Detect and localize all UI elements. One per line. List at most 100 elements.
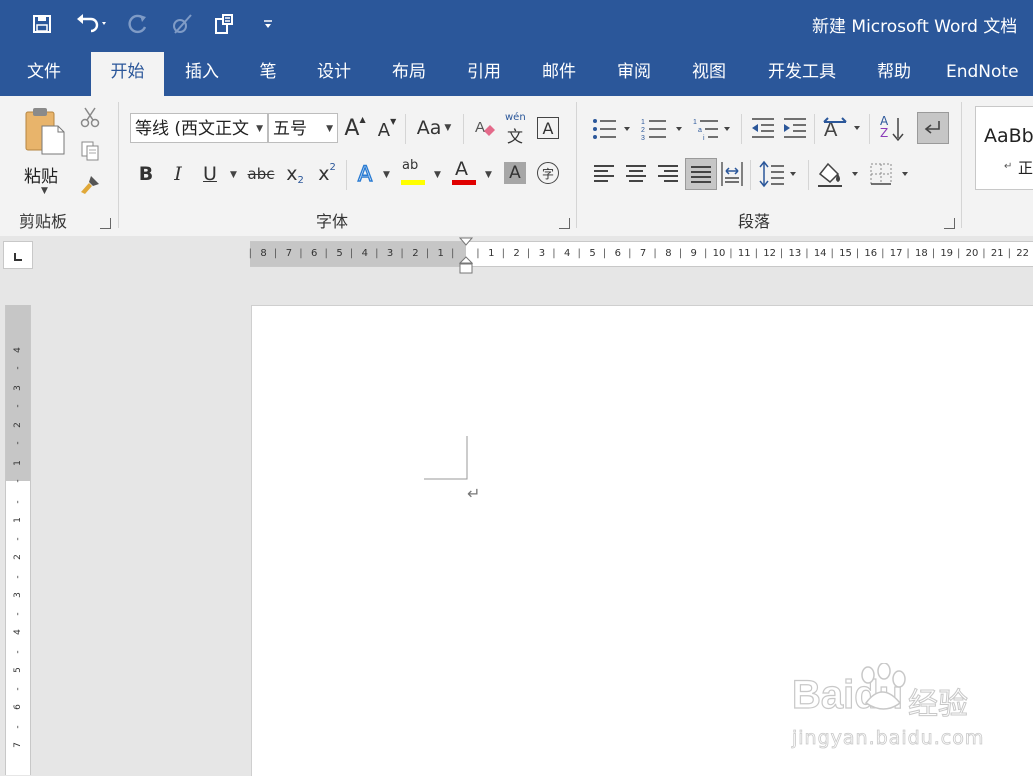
enclose-characters-button[interactable]: 字 xyxy=(536,160,560,186)
copy-button[interactable] xyxy=(78,138,102,164)
ruler-tick: | xyxy=(451,248,455,259)
ruler-tick: | xyxy=(779,248,784,259)
subscript-button[interactable]: x2 xyxy=(282,160,308,188)
tab-developer[interactable]: 开发工具 xyxy=(760,48,844,96)
chevron-down-icon[interactable]: ▼ xyxy=(434,170,441,180)
justify-button[interactable] xyxy=(685,158,717,190)
ruler-number: 7 xyxy=(285,248,293,259)
align-center-button[interactable] xyxy=(626,162,646,184)
tab-endnote[interactable]: EndNote xyxy=(946,48,1033,96)
multilevel-list-button[interactable]: 1ai xyxy=(692,116,736,142)
increase-indent-icon xyxy=(784,118,806,138)
italic-button[interactable]: I xyxy=(166,160,190,188)
clipboard-qat-button[interactable] xyxy=(210,10,238,38)
highlight-button[interactable]: ab xyxy=(399,158,427,188)
bullets-button[interactable] xyxy=(590,116,634,142)
cut-button[interactable] xyxy=(78,104,102,130)
style-name: 正 xyxy=(1018,159,1033,177)
line-spacing-button[interactable] xyxy=(758,160,802,188)
style-mark-icon: ↵ xyxy=(1004,161,1013,172)
numbering-button[interactable]: 123 xyxy=(640,116,686,142)
shrink-font-button[interactable]: A ▼ xyxy=(374,116,400,144)
tab-help[interactable]: 帮助 xyxy=(866,48,922,96)
ruler-number: 16 xyxy=(864,248,878,259)
tab-references[interactable]: 引用 xyxy=(454,48,514,96)
paste-dropdown-icon: ▼ xyxy=(41,186,48,196)
align-left-button[interactable] xyxy=(594,162,614,184)
sort-button[interactable]: A Z xyxy=(878,114,908,144)
phonetic-top: wén xyxy=(505,112,526,123)
chevron-down-icon[interactable]: ▼ xyxy=(485,170,492,180)
ruler-tick: | xyxy=(855,248,860,259)
tab-layout[interactable]: 布局 xyxy=(379,48,439,96)
font-name-combo[interactable]: 等线 (西文正文 ▼ xyxy=(130,113,268,143)
tab-file[interactable]: 文件 xyxy=(10,48,78,96)
sort-z: Z xyxy=(880,126,889,140)
paw-icon xyxy=(861,663,906,710)
tab-design[interactable]: 设计 xyxy=(304,48,364,96)
vertical-ruler-number: 5 xyxy=(13,666,23,673)
character-border-button[interactable]: A xyxy=(535,114,561,142)
paragraph-launcher-icon[interactable] xyxy=(944,218,955,229)
tab-insert[interactable]: 插入 xyxy=(172,48,232,96)
font-launcher-icon[interactable] xyxy=(559,218,570,229)
paint-bucket-icon xyxy=(818,162,858,187)
vertical-ruler-tick: - xyxy=(13,366,23,370)
ruler-number: 1 xyxy=(488,248,495,259)
bold-button[interactable]: B xyxy=(134,160,158,188)
align-right-button[interactable] xyxy=(658,162,678,184)
strikethrough-button[interactable]: abc xyxy=(246,160,276,188)
borders-button[interactable] xyxy=(868,160,914,188)
clear-formatting-button[interactable]: A xyxy=(472,114,498,142)
vertical-ruler-number: 6 xyxy=(13,704,23,710)
margin-crop-mark-icon xyxy=(424,436,468,480)
chevron-down-icon[interactable]: ▼ xyxy=(383,170,390,180)
tab-pen[interactable]: 笔 xyxy=(248,48,288,96)
phonetic-guide-button[interactable]: wén 文 xyxy=(503,112,529,146)
decrease-indent-button[interactable] xyxy=(750,116,776,142)
vertical-ruler[interactable]: 4 - 3 - 2 - 1 - - 1 - 2 - 3 - 4 - 5 - 6 - 7 xyxy=(5,305,31,775)
ruler-tick: | xyxy=(299,248,303,259)
paste-label: 粘贴 xyxy=(24,167,58,187)
grow-font-button[interactable]: A ▲ xyxy=(342,114,368,142)
ruler-number: 8 xyxy=(665,248,672,259)
watermark-brand-cn: 经验 xyxy=(908,687,969,723)
shading-button[interactable] xyxy=(816,160,862,188)
clipboard-launcher-icon[interactable] xyxy=(100,218,111,229)
indent-markers-icon[interactable] xyxy=(459,237,473,275)
underline-button[interactable]: U xyxy=(198,160,222,188)
undo-button[interactable] xyxy=(70,10,114,38)
format-painter-button[interactable] xyxy=(78,172,102,198)
font-color-button[interactable]: A xyxy=(450,158,478,188)
text-effects-button[interactable]: A xyxy=(352,160,378,188)
redo-button[interactable] xyxy=(124,10,152,38)
tab-selector-button[interactable] xyxy=(3,241,33,269)
paste-button[interactable]: 粘贴 ▼ xyxy=(16,104,72,198)
underline-dropdown-icon[interactable]: ▼ xyxy=(230,170,237,180)
horizontal-ruler[interactable]: 8 | 7 | 6 | 5 | 4 | 3 | 2 | 1 | | | 1 | 2 | 3 | 4 | 5 | 6 | 7 | 8 | 9 | 10 | 1… xyxy=(249,241,1033,267)
touch-mode-button[interactable] xyxy=(168,10,196,38)
svg-text:i: i xyxy=(703,135,705,142)
font-size-combo[interactable]: 五号 ▼ xyxy=(268,113,338,143)
distributed-button[interactable] xyxy=(720,160,744,188)
svg-text:3: 3 xyxy=(641,135,645,142)
ruler-tick: | xyxy=(982,248,986,259)
change-case-button[interactable]: Aa ▼ xyxy=(412,114,456,142)
style-gallery-normal[interactable]: AaBb ↵ 正 xyxy=(975,106,1033,190)
character-shading-button[interactable]: A xyxy=(504,162,526,184)
increase-indent-button[interactable] xyxy=(782,116,808,142)
ruler-number: 3 xyxy=(386,248,394,259)
ruler-tick: | xyxy=(704,248,708,259)
tab-review[interactable]: 审阅 xyxy=(604,48,664,96)
tab-mailings[interactable]: 邮件 xyxy=(529,48,589,96)
show-formatting-marks-button[interactable] xyxy=(917,112,949,144)
vertical-ruler-number: 1 xyxy=(13,516,23,523)
chinese-layout-button[interactable]: A xyxy=(822,114,864,142)
ruler-tick: | xyxy=(602,248,607,259)
tab-view[interactable]: 视图 xyxy=(679,48,739,96)
customize-qat-button[interactable] xyxy=(258,10,278,38)
tab-home[interactable]: 开始 xyxy=(91,52,164,96)
save-button[interactable] xyxy=(28,10,56,38)
svg-text:1: 1 xyxy=(693,119,697,126)
superscript-button[interactable]: x2 xyxy=(314,160,340,188)
